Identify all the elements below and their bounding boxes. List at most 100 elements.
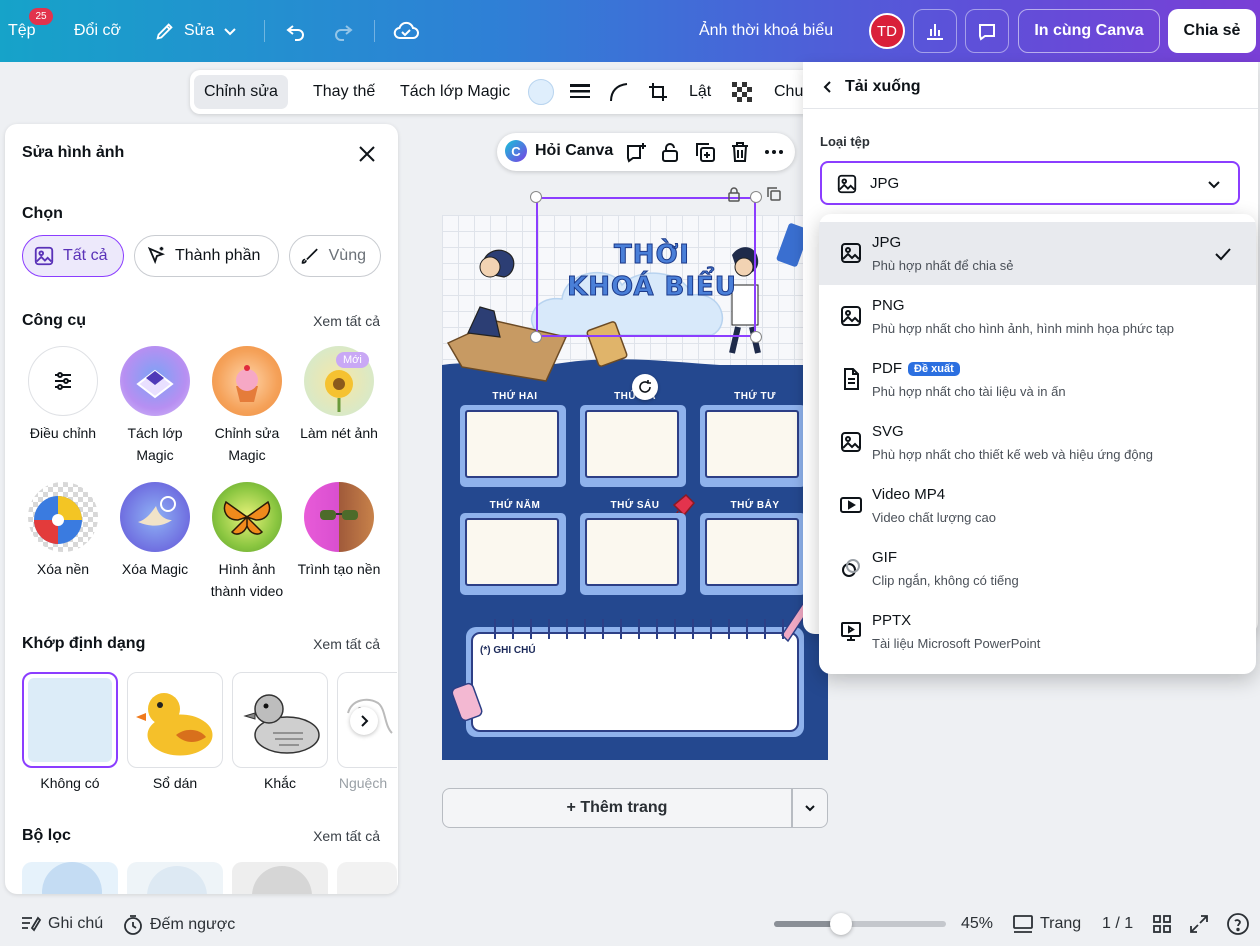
- file-type-option-svg[interactable]: SVG Phù hợp nhất cho thiết kế web và hiệ…: [819, 411, 1256, 474]
- duplicate-icon[interactable]: [694, 141, 716, 163]
- pages-button[interactable]: Trang: [1012, 913, 1081, 935]
- download-title: Tải xuống: [845, 78, 921, 95]
- ask-canva-button[interactable]: C Hỏi Canva: [505, 140, 613, 162]
- flip-button[interactable]: Lật: [689, 70, 711, 114]
- add-page-dropdown-button[interactable]: [792, 788, 828, 828]
- trash-icon[interactable]: [729, 141, 751, 163]
- checkmark-icon: [1215, 248, 1231, 261]
- file-type-option-gif[interactable]: GIF Clip ngắn, không có tiếng: [819, 537, 1256, 600]
- select-section-title: Chọn: [22, 205, 63, 222]
- day-label: THỨ NĂM: [489, 500, 541, 511]
- download-back-button[interactable]: Tải xuống: [821, 78, 921, 96]
- canva-logo-icon: C: [505, 140, 527, 162]
- zoom-level[interactable]: 45%: [961, 915, 993, 933]
- duck-engraving-icon: [243, 694, 320, 754]
- filter-card[interactable]: [127, 862, 223, 894]
- zoom-slider-thumb[interactable]: [830, 913, 852, 935]
- insights-button[interactable]: [913, 9, 957, 53]
- image-icon: [841, 243, 861, 263]
- resize-handle[interactable]: [750, 191, 762, 203]
- file-type-option-jpg[interactable]: JPG Phù hợp nhất để chia sẻ: [819, 222, 1256, 285]
- document-title[interactable]: Ảnh thời khoá biểu: [699, 0, 833, 62]
- page-counter: 1 / 1: [1102, 915, 1133, 933]
- edit-image-button[interactable]: Chỉnh sửa: [194, 75, 288, 109]
- lock-icon[interactable]: [726, 186, 742, 202]
- chip-elements[interactable]: Thành phần: [134, 235, 279, 277]
- tool-magic-edit[interactable]: Chỉnh sửa Magic: [201, 346, 293, 466]
- transparency-button[interactable]: [731, 70, 753, 114]
- timer-button[interactable]: Đếm ngược: [122, 914, 235, 936]
- close-panel-button[interactable]: [355, 142, 379, 166]
- tool-magic-eraser[interactable]: Xóa Magic: [109, 482, 201, 580]
- match-see-all-link[interactable]: Xem tất cả: [313, 636, 380, 652]
- resize-handle[interactable]: [530, 331, 542, 343]
- file-type-select[interactable]: JPG: [820, 161, 1240, 205]
- resize-handle[interactable]: [750, 331, 762, 343]
- color-swatch[interactable]: [528, 70, 554, 114]
- replace-button[interactable]: Thay thế: [313, 70, 375, 114]
- filter-card[interactable]: [337, 862, 397, 894]
- image-icon: [841, 306, 861, 326]
- magic-grab-button[interactable]: Tách lớp Magic: [400, 70, 510, 114]
- tool-bg-remove[interactable]: Xóa nền: [17, 482, 109, 580]
- add-page-label: + Thêm trang: [566, 799, 668, 816]
- grid-view-icon[interactable]: [1152, 914, 1172, 934]
- style-doodle-card[interactable]: [337, 672, 397, 768]
- comment-icon: [979, 24, 995, 41]
- filter-card[interactable]: [232, 862, 328, 894]
- redo-button[interactable]: [331, 0, 355, 62]
- chip-all[interactable]: Tất cả: [22, 235, 124, 277]
- rotate-handle[interactable]: [632, 374, 658, 400]
- notes-button[interactable]: Ghi chú: [20, 914, 103, 934]
- option-name-text: PDF: [872, 360, 902, 377]
- duplicate-icon[interactable]: [766, 186, 782, 202]
- image-icon: [34, 246, 54, 266]
- style-doodle-label: Nguệch: [338, 775, 388, 791]
- help-icon[interactable]: [1226, 912, 1250, 936]
- chevron-down-icon: [224, 28, 236, 36]
- style-sticker-card[interactable]: [127, 672, 223, 768]
- tool-magic-grab[interactable]: Tách lớp Magic: [109, 346, 201, 466]
- option-name: JPG: [872, 234, 902, 251]
- zoom-slider[interactable]: [774, 913, 946, 935]
- top-bar: Tệp 25 Đổi cỡ Sửa Ảnh thời khoá biểu TD …: [0, 0, 1260, 62]
- file-type-option-mp4[interactable]: Video MP4 Video chất lượng cao: [819, 474, 1256, 537]
- file-type-option-pdf[interactable]: PDF Đề xuất Phù hợp nhất cho tài liệu và …: [819, 348, 1256, 411]
- file-type-option-pptx[interactable]: PPTX Tài liệu Microsoft PowerPoint: [819, 600, 1256, 663]
- chip-area[interactable]: Vùng: [289, 235, 381, 277]
- add-page-button[interactable]: + Thêm trang: [442, 788, 792, 828]
- more-ctx-button[interactable]: Chu: [774, 70, 803, 114]
- fullscreen-icon[interactable]: [1189, 914, 1209, 934]
- filter-card[interactable]: [22, 862, 118, 894]
- tool-bg-generator[interactable]: Trình tạo nền: [293, 482, 385, 580]
- more-options-icon[interactable]: [763, 142, 785, 162]
- element-floating-toolbar: C Hỏi Canva: [497, 133, 795, 171]
- file-type-option-png[interactable]: PNG Phù hợp nhất cho hình ảnh, hình minh…: [819, 285, 1256, 348]
- add-comment-icon[interactable]: [624, 141, 648, 165]
- tool-image-to-video[interactable]: Hình ảnh thành video: [201, 482, 293, 602]
- selection-box[interactable]: [536, 197, 756, 337]
- print-with-canva-button[interactable]: In cùng Canva: [1018, 9, 1160, 53]
- tool-adjust[interactable]: Điều chỉnh: [17, 346, 109, 444]
- style-engrave-card[interactable]: [232, 672, 328, 768]
- avatar[interactable]: TD: [869, 13, 905, 49]
- save-status-button[interactable]: [393, 0, 419, 62]
- lock-icon[interactable]: [659, 141, 681, 163]
- video-icon: [840, 497, 862, 513]
- crop-button[interactable]: [647, 70, 669, 114]
- tools-see-all-link[interactable]: Xem tất cả: [313, 313, 380, 329]
- resize-handle[interactable]: [530, 191, 542, 203]
- filter-see-all-link[interactable]: Xem tất cả: [313, 828, 380, 844]
- share-button[interactable]: Chia sẻ: [1168, 9, 1256, 53]
- resize-button[interactable]: Đổi cỡ: [74, 0, 121, 62]
- undo-button[interactable]: [284, 0, 308, 62]
- bar-chart-icon: [927, 24, 943, 40]
- next-style-button[interactable]: [350, 707, 378, 735]
- border-style-button[interactable]: [569, 70, 591, 114]
- file-type-label: Loại tệp: [820, 134, 870, 149]
- comments-button[interactable]: [965, 9, 1009, 53]
- corner-rounding-button[interactable]: [608, 70, 630, 114]
- edit-label: Sửa: [184, 22, 215, 39]
- edit-menu[interactable]: Sửa: [154, 0, 238, 62]
- style-none-card[interactable]: [22, 672, 118, 768]
